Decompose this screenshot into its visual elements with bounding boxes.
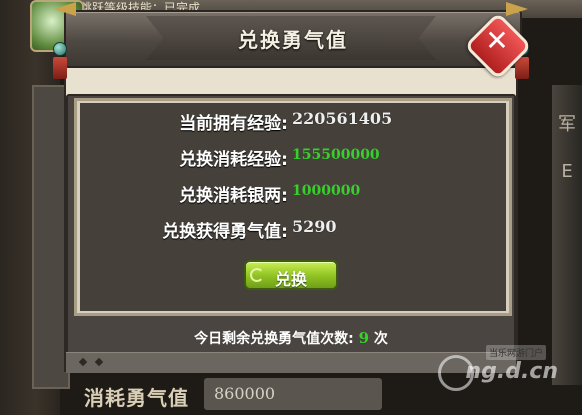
info-label: 当前拥有经验: [179, 114, 288, 134]
current-exp-value: 220561405 [292, 109, 393, 128]
watermark-caption: 当乐网游门户 [485, 345, 546, 360]
exp-cost-value: 155500000 [292, 147, 380, 163]
exchange-button[interactable]: 兑换 [244, 260, 338, 290]
silver-cost-value: 1000000 [292, 183, 361, 199]
info-label: 兑换消耗经验: [179, 150, 288, 170]
watermark-text: ng.d.cn [465, 359, 558, 384]
courage-gain-value: 5290 [292, 217, 337, 236]
dialog-title: 兑换勇气值 [238, 28, 348, 52]
background-right-panel: 军 E [552, 85, 582, 385]
footer-ornament [78, 357, 88, 367]
remaining-suffix: 次 [373, 331, 388, 347]
info-row-exp-cost: 兑换消耗经验: 155500000 [52, 145, 530, 171]
info-row-current-exp: 当前拥有经验: 220561405 [52, 109, 530, 135]
remaining-count: 9 [358, 329, 370, 347]
remaining-prefix: 今日剩余兑换勇气值次数: [194, 331, 354, 347]
info-row-silver-cost: 兑换消耗银两: 1000000 [52, 181, 530, 207]
info-label: 兑换消耗银两: [179, 186, 288, 206]
close-icon[interactable]: ✕ [477, 21, 517, 61]
watermark: 当乐网游门户 ng.d.cn [438, 345, 558, 395]
consume-courage-label: 消耗勇气值 [84, 386, 189, 410]
info-row-courage-gain: 兑换获得勇气值: 5290 [52, 217, 530, 243]
exchange-courage-dialog: 兑换勇气值 ✕ 当前拥有经验: 220561405 兑换消耗经验: 155500… [52, 2, 532, 374]
lantern-icon [53, 42, 67, 79]
footer-ornament [94, 357, 104, 367]
right-panel-char: E [561, 161, 573, 182]
exchange-button-label: 兑换 [274, 270, 307, 289]
consume-courage-field: 860000 [204, 378, 382, 410]
info-label: 兑换获得勇气值: [162, 222, 288, 242]
dialog-header: 兑换勇气值 [64, 10, 522, 68]
right-panel-char: 军 [558, 114, 576, 135]
